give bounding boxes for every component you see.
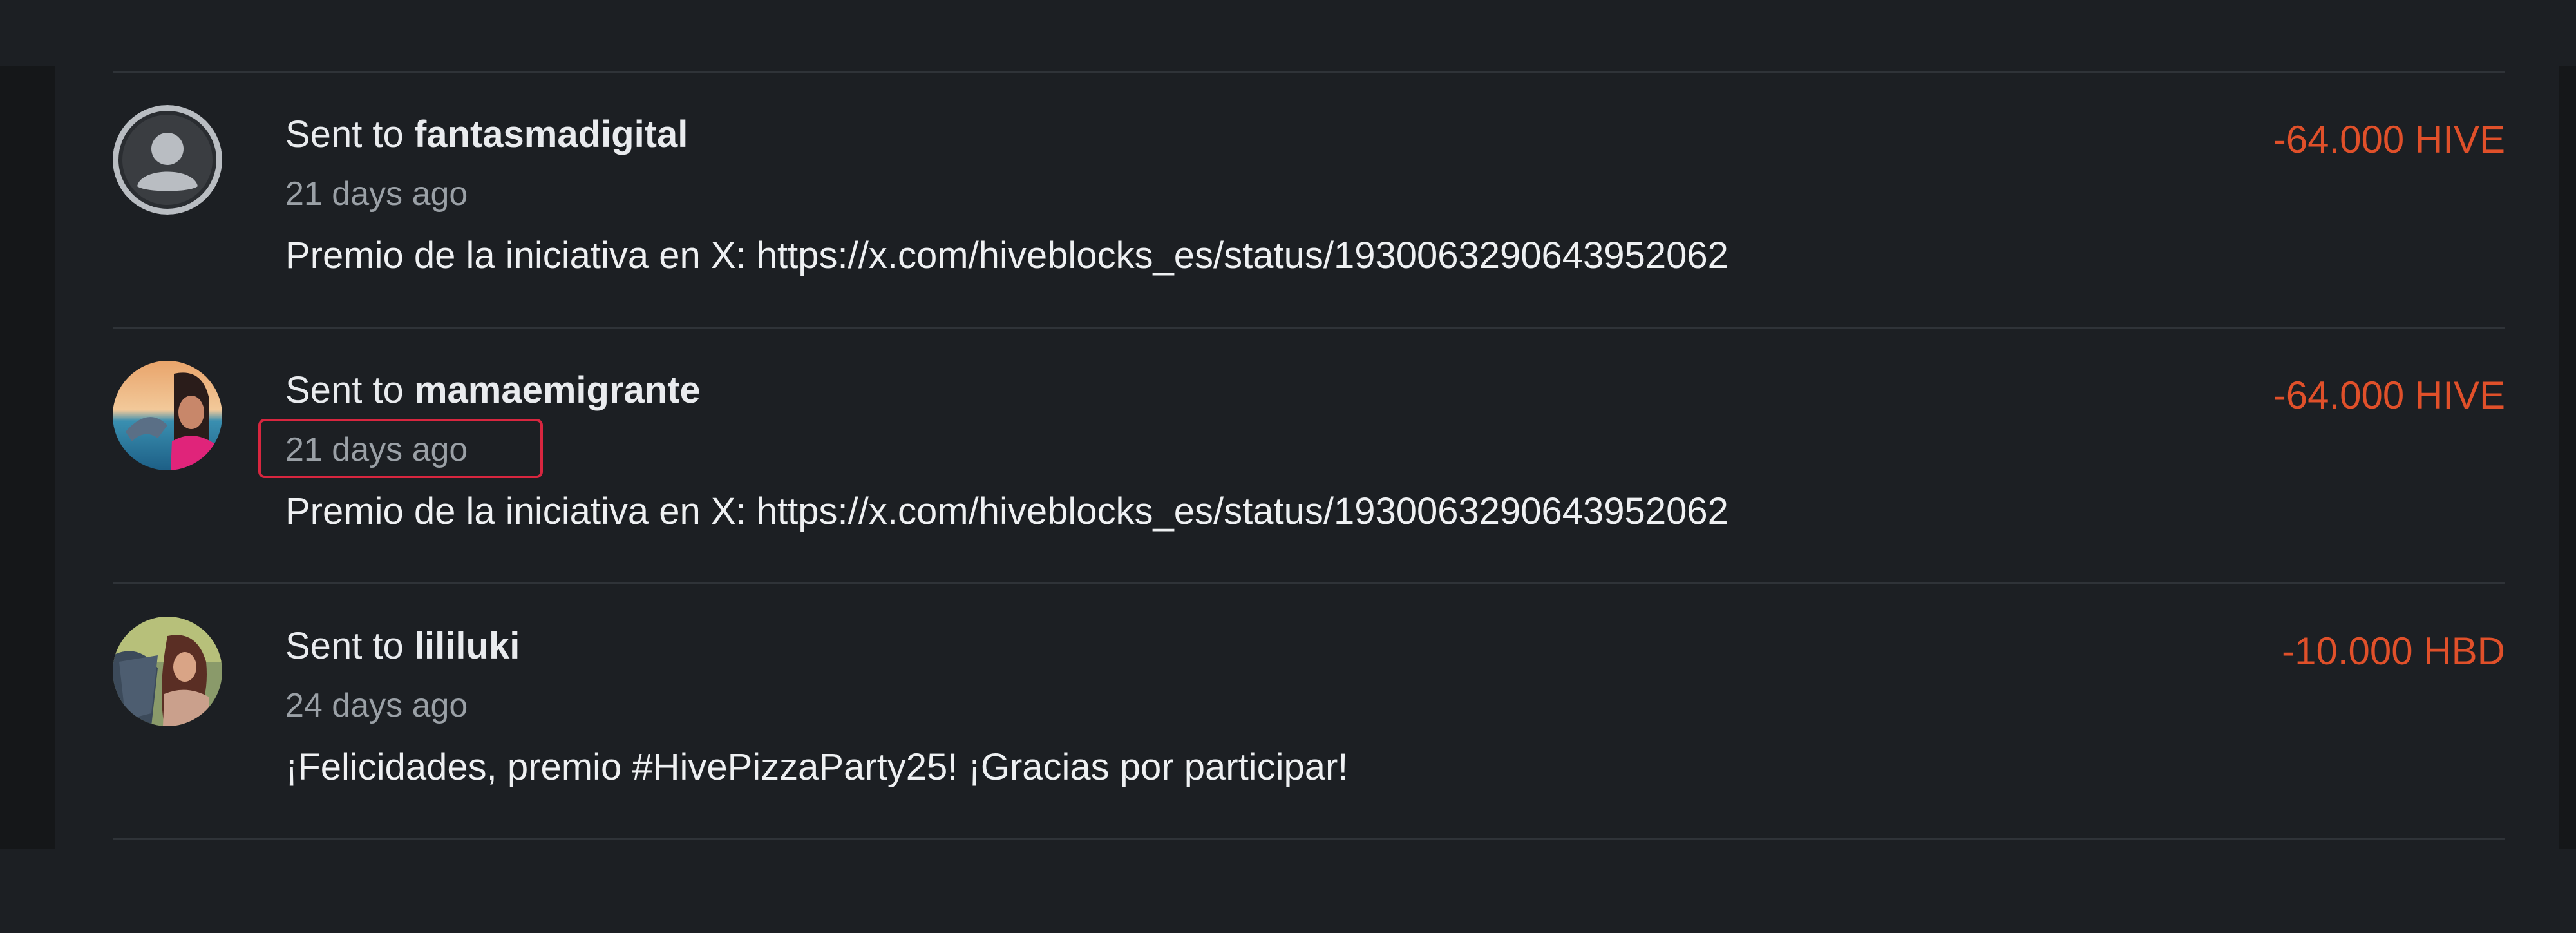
divider [113,838,2505,840]
transaction-details: Sent to fantasmadigital 21 days ago Prem… [285,111,2505,279]
sent-prefix: Sent to [285,113,404,155]
right-panel-edge [2559,66,2576,849]
sent-prefix: Sent to [285,625,404,667]
user-photo-icon [113,361,222,470]
avatar[interactable] [113,617,222,726]
transaction-item: Sent to lililuki 24 days ago ¡Felicidade… [113,584,2505,838]
left-panel-edge [0,66,55,849]
amount: -64.000 HIVE [2273,118,2505,161]
amount: -10.000 HBD [2282,630,2505,673]
transaction-details: Sent to mamaemigrante 21 days ago Premio… [258,367,2505,535]
timestamp-highlighted[interactable]: 21 days ago [258,419,544,478]
memo-text: Premio de la iniciativa en X: https://x.… [285,235,1728,276]
avatar[interactable] [113,361,222,470]
sent-line: Sent to lililuki [285,623,2505,669]
recipient-link[interactable]: mamaemigrante [414,369,701,411]
sent-prefix: Sent to [285,369,404,411]
amount: -64.000 HIVE [2273,374,2505,417]
avatar[interactable] [113,105,222,215]
transaction-item: Sent to fantasmadigital 21 days ago Prem… [113,73,2505,327]
memo-text: ¡Felicidades, premio #HivePizzaParty25! … [285,746,1349,788]
transaction-list: Sent to fantasmadigital 21 days ago Prem… [113,71,2505,840]
transaction-item: Sent to mamaemigrante 21 days ago Premio… [113,329,2505,582]
sent-line: Sent to mamaemigrante [285,367,2505,414]
default-user-icon [113,105,222,215]
user-photo-icon [113,617,222,726]
transaction-details: Sent to lililuki 24 days ago ¡Felicidade… [285,623,2505,791]
timestamp[interactable]: 24 days ago [285,686,468,725]
recipient-link[interactable]: fantasmadigital [414,113,688,155]
transfer-history-page: Sent to fantasmadigital 21 days ago Prem… [0,0,2576,933]
sent-line: Sent to fantasmadigital [285,111,2505,158]
recipient-link[interactable]: lililuki [414,625,520,667]
timestamp[interactable]: 21 days ago [285,175,468,213]
memo-text: Premio de la iniciativa en X: https://x.… [285,490,1728,532]
